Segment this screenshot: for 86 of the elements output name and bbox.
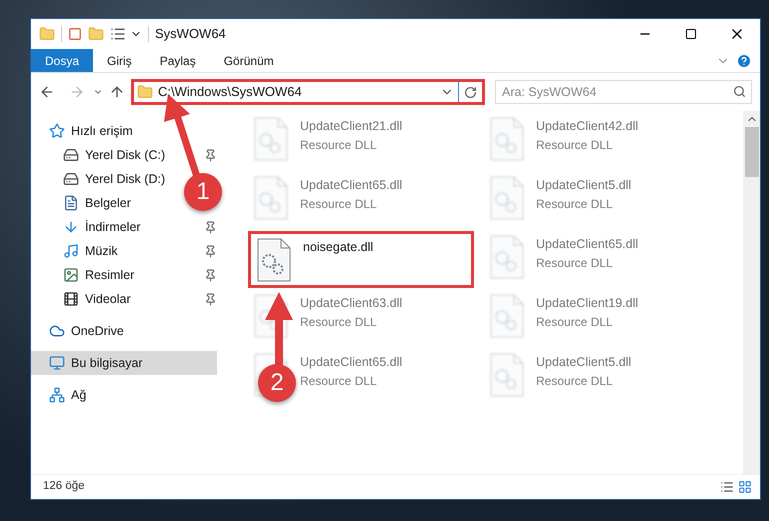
nav-label: Yerel Disk (C:) (85, 146, 166, 164)
item-count: 126 öğe (43, 479, 85, 494)
drive-icon (63, 171, 79, 187)
nav-label: Bu bilgisayar (71, 354, 143, 372)
nav-item[interactable]: İndirmeler (63, 215, 141, 239)
pin-icon[interactable] (204, 268, 217, 282)
search-field[interactable]: Ara: SysWOW64 (495, 80, 752, 104)
file-type: Resource DLL (300, 314, 378, 331)
file-type: Resource DLL (536, 314, 614, 331)
layout-icon[interactable] (110, 26, 126, 42)
nav-label: Yerel Disk (D:) (85, 170, 166, 188)
tiles-view-icon[interactable] (738, 480, 752, 494)
dll-file-icon (257, 238, 291, 282)
up-icon[interactable] (109, 84, 125, 100)
scrollbar-thumb[interactable] (744, 127, 758, 177)
file-type: Resource DLL (300, 136, 378, 154)
details-view-icon[interactable] (720, 480, 734, 494)
cloud-icon (49, 323, 65, 339)
nav-item[interactable]: Hızlı erişim (49, 119, 133, 143)
nav-item[interactable]: Resimler (63, 263, 134, 287)
dll-file-icon (490, 176, 524, 220)
properties-icon[interactable] (68, 27, 82, 41)
nav-item[interactable]: Videolar (63, 287, 131, 311)
nav-item[interactable]: Bu bilgisayar (31, 351, 217, 375)
nav-item[interactable]: Ağ (49, 383, 86, 407)
file-name[interactable]: UpdateClient65.dll (300, 353, 402, 372)
dll-file-icon (490, 294, 524, 338)
drive-icon (63, 147, 79, 163)
pin-icon[interactable] (204, 292, 217, 306)
file-name[interactable]: UpdateClient19.dll (536, 294, 638, 313)
nav-label: Resimler (85, 266, 134, 284)
file-name[interactable]: UpdateClient5.dll (536, 176, 632, 195)
pin-icon[interactable] (204, 220, 217, 234)
dll-file-icon (490, 235, 524, 279)
music-note-icon (63, 243, 79, 259)
search-icon[interactable] (733, 85, 746, 98)
address-path: C:\Windows\SysWOW64 (158, 83, 302, 102)
folder-icon (137, 84, 153, 100)
nav-item[interactable]: Müzik (63, 239, 118, 263)
scrollbar[interactable] (743, 111, 760, 474)
dll-file-icon (254, 176, 288, 220)
nav-label: Ağ (71, 386, 86, 404)
nav-item[interactable]: Yerel Disk (D:) (63, 167, 166, 191)
dll-file-icon (254, 117, 288, 161)
pin-icon[interactable] (204, 148, 217, 162)
back-icon[interactable] (39, 84, 55, 100)
file-type: Resource DLL (536, 196, 614, 213)
star-icon (49, 123, 65, 139)
ribbon-tab[interactable]: Görünüm (210, 49, 288, 72)
nav-item[interactable]: OneDrive (49, 319, 124, 343)
help-icon[interactable] (736, 52, 752, 68)
address-bar[interactable]: C:\Windows\SysWOW64 (131, 79, 485, 105)
file-name[interactable]: UpdateClient21.dll (300, 117, 402, 136)
nav-item[interactable]: Belgeler (63, 191, 131, 215)
file-name[interactable]: UpdateClient65.dll (536, 235, 638, 254)
file-type: Resource DLL (300, 196, 378, 213)
monitor-icon (49, 355, 65, 371)
file-name[interactable]: UpdateClient65.dll (300, 176, 402, 195)
file-type: Resource DLL (536, 254, 614, 272)
pin-icon[interactable] (204, 244, 217, 258)
nav-label: Videolar (85, 290, 131, 308)
maximize-icon (685, 28, 697, 40)
file-name[interactable]: UpdateClient63.dll (300, 294, 402, 313)
picture-icon (63, 267, 79, 283)
dll-file-icon (490, 117, 524, 161)
file-name[interactable]: UpdateClient5.dll (536, 353, 632, 372)
file-name[interactable]: UpdateClient42.dll (536, 117, 638, 136)
window-title: SysWOW64 (155, 25, 226, 44)
nav-label: OneDrive (71, 322, 124, 340)
film-icon (63, 291, 79, 307)
file-name[interactable]: noisegate.dll (303, 238, 374, 257)
ribbon-tab[interactable]: Paylaş (146, 49, 210, 72)
file-type: Resource DLL (536, 136, 614, 154)
nav-label: Hızlı erişim (71, 122, 133, 140)
ribbon-tab[interactable]: Dosya (31, 49, 94, 72)
nav-item[interactable]: Yerel Disk (C:) (63, 143, 166, 167)
dll-file-icon (490, 353, 524, 397)
file-type: Resource DLL (300, 372, 378, 390)
network-icon (49, 387, 65, 403)
ribbon-tab[interactable]: Giriş (93, 49, 146, 72)
file-type: Resource DLL (536, 372, 614, 390)
document-icon (63, 195, 79, 211)
nav-label: Belgeler (85, 194, 131, 212)
nav-label: Müzik (85, 242, 118, 260)
refresh-icon[interactable] (464, 86, 477, 98)
nav-label: İndirmeler (85, 218, 141, 236)
